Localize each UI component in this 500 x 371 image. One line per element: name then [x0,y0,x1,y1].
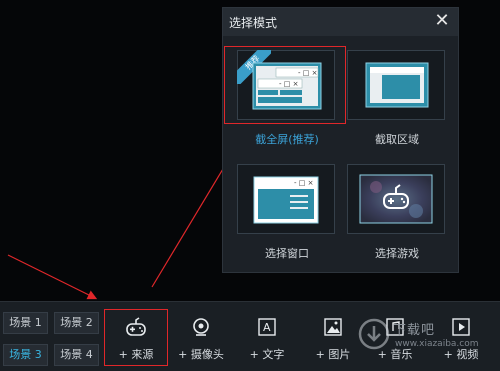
add-camera-button[interactable]: + 摄像头 [170,310,232,368]
svg-text:A: A [263,321,271,334]
add-text-button[interactable]: A + 文字 [236,310,298,368]
arrow-to-source [7,254,98,300]
download-logo-icon [358,318,390,350]
watermark: 下载吧 www.xiazaiba.com [355,315,500,371]
option-capture-region-label: 截取区域 [375,133,419,146]
scene-4-button[interactable]: 场景 4 [54,344,99,366]
watermark-name: 下载吧 [393,323,436,338]
scene-3-button[interactable]: 场景 3 [3,344,48,366]
highlight-full-screen [224,46,346,124]
highlight-add-source [104,309,168,366]
watermark-site: www.xiazaiba.com [395,339,479,349]
add-text-label: + 文字 [249,348,285,361]
region-icon [365,62,429,108]
option-select-game[interactable] [347,164,445,234]
option-select-window[interactable]: - □ × [237,164,335,234]
option-capture-region[interactable] [347,50,445,120]
close-icon[interactable]: ✕ [432,11,452,31]
window-icon: - □ × [253,176,319,224]
game-controller-icon [359,174,433,224]
dialog-header: 选择模式 ✕ [223,8,458,36]
text-icon: A [258,318,276,336]
scene-2-button[interactable]: 场景 2 [54,312,99,334]
option-full-screen-label: 截全屏(推荐) [255,133,319,146]
scene-1-button[interactable]: 场景 1 [3,312,48,334]
svg-text:- □ ×: - □ × [294,179,313,187]
dialog-title: 选择模式 [229,16,278,30]
image-icon [324,318,342,336]
option-select-game-label: 选择游戏 [375,247,419,260]
webcam-icon [193,318,209,336]
option-select-window-label: 选择窗口 [265,247,309,260]
add-camera-label: + 摄像头 [178,348,224,361]
